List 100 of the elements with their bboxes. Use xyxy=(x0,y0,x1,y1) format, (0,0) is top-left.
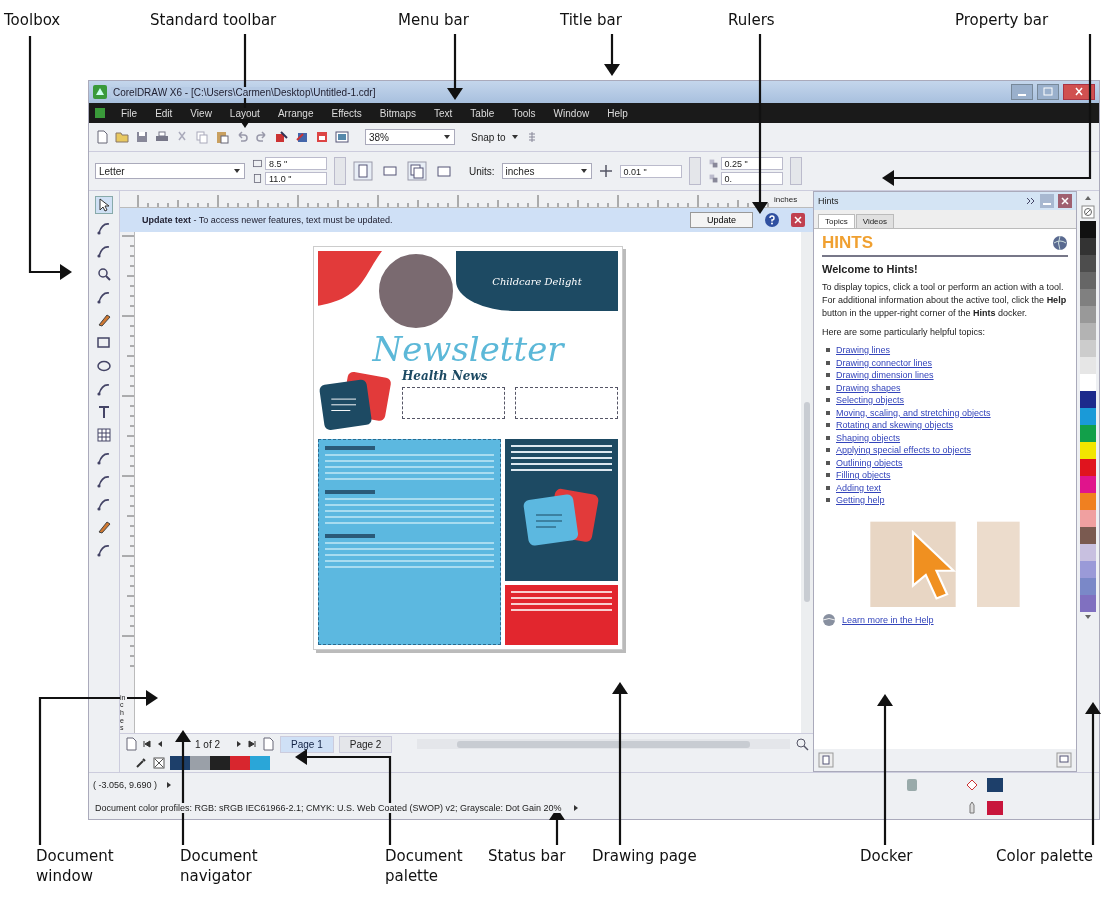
curve-icon[interactable] xyxy=(96,289,112,305)
topic-link[interactable]: Drawing connector lines xyxy=(836,357,933,368)
horizontal-scrollbar[interactable] xyxy=(417,739,790,749)
first-page-icon[interactable] xyxy=(143,740,151,748)
all-pages-icon[interactable] xyxy=(407,161,427,181)
topic-link[interactable]: Applying special effects to objects xyxy=(836,445,971,455)
close-icon[interactable] xyxy=(791,213,805,227)
duplicate-distance-field[interactable]: 0.25 " xyxy=(720,157,783,170)
previous-page-icon[interactable] xyxy=(156,740,164,748)
color-swatch[interactable] xyxy=(1080,459,1096,476)
minimize-button[interactable] xyxy=(1011,84,1033,100)
color-swatch[interactable] xyxy=(1080,544,1096,561)
topic-link[interactable]: Moving, scaling, and stretching objects xyxy=(836,407,991,418)
page-tab[interactable]: Page 2 xyxy=(338,735,393,753)
update-button[interactable]: Update xyxy=(689,212,753,228)
no-color-icon[interactable] xyxy=(1081,205,1095,219)
color-swatch[interactable] xyxy=(1080,221,1096,238)
save-icon[interactable] xyxy=(135,130,149,144)
table-icon[interactable] xyxy=(96,427,112,443)
collapse-icon[interactable] xyxy=(1026,196,1036,206)
menu-item[interactable]: Arrange xyxy=(275,107,316,119)
new-document-icon[interactable] xyxy=(95,130,109,144)
help-link[interactable]: Learn more in the Help xyxy=(842,615,934,625)
color-swatch[interactable] xyxy=(1080,340,1096,357)
help-icon[interactable] xyxy=(765,213,779,227)
redo-icon[interactable] xyxy=(255,130,269,144)
color-swatch[interactable] xyxy=(210,756,230,770)
rectangle-icon[interactable] xyxy=(96,335,112,351)
topic-link[interactable]: Rotating and skewing objects xyxy=(836,420,954,430)
dropdown-arrow-icon[interactable] xyxy=(511,133,520,141)
close-icon[interactable] xyxy=(1058,194,1072,208)
folder-icon[interactable] xyxy=(115,130,129,144)
nudge-distance-field[interactable]: 0.01 " xyxy=(619,164,682,178)
topic-link[interactable]: Drawing lines xyxy=(836,345,891,355)
menu-item[interactable]: Table xyxy=(468,107,497,119)
copy-icon[interactable] xyxy=(195,130,209,144)
page-width-field[interactable]: 8.5 " xyxy=(265,157,327,170)
color-swatch[interactable] xyxy=(1080,425,1096,442)
color-swatch[interactable] xyxy=(250,756,270,770)
snap-to-dropdown[interactable]: Snap to xyxy=(471,131,520,143)
spin-button[interactable] xyxy=(688,157,701,185)
page-size-dropdown[interactable]: Letter xyxy=(95,163,245,179)
units-dropdown[interactable]: inches xyxy=(501,163,592,179)
dropdown-arrow-icon[interactable] xyxy=(443,133,451,141)
ellipse-icon[interactable] xyxy=(96,358,112,374)
menu-item[interactable]: Tools xyxy=(510,107,538,119)
color-swatch[interactable] xyxy=(1080,527,1096,544)
vertical-scrollbar[interactable] xyxy=(801,232,813,733)
color-swatch[interactable] xyxy=(1080,323,1096,340)
menu-item[interactable]: Text xyxy=(432,107,455,119)
docker-tab[interactable]: Videos xyxy=(855,214,894,228)
paste-icon[interactable] xyxy=(215,130,229,144)
color-swatch[interactable] xyxy=(1080,272,1096,289)
topic-link[interactable]: Outlining objects xyxy=(836,457,903,468)
docker-tab[interactable]: Topics xyxy=(818,214,855,228)
duplicate-distance-field[interactable]: 0. xyxy=(720,172,783,185)
text-icon[interactable] xyxy=(96,404,112,420)
portrait-page-icon[interactable] xyxy=(353,161,373,181)
menu-item[interactable]: File xyxy=(119,107,140,119)
color-swatch[interactable] xyxy=(1080,493,1096,510)
topic-link[interactable]: Shaping objects xyxy=(836,432,901,443)
menu-item[interactable]: Help xyxy=(605,107,630,119)
color-swatch[interactable] xyxy=(1080,306,1096,323)
color-swatch[interactable] xyxy=(1080,391,1096,408)
brush-icon[interactable] xyxy=(96,312,112,328)
spin-button[interactable] xyxy=(789,157,802,185)
page-height-field[interactable]: 11.0 " xyxy=(265,172,327,185)
pointer-icon[interactable] xyxy=(96,197,112,213)
color-swatch[interactable] xyxy=(1080,476,1096,493)
zoom-icon[interactable] xyxy=(96,266,112,282)
page-icon[interactable] xyxy=(818,752,834,768)
maximize-button[interactable] xyxy=(1037,84,1059,100)
color-swatch[interactable] xyxy=(1080,578,1096,595)
color-swatch[interactable] xyxy=(1080,289,1096,306)
print-icon[interactable] xyxy=(155,130,169,144)
color-swatch[interactable] xyxy=(1080,561,1096,578)
color-swatch[interactable] xyxy=(1080,408,1096,425)
color-swatch[interactable] xyxy=(230,756,250,770)
globe-icon[interactable] xyxy=(1052,235,1068,251)
expand-arrow-icon[interactable] xyxy=(571,803,580,812)
topic-link[interactable]: Filling objects xyxy=(836,470,891,480)
color-swatch[interactable] xyxy=(1080,442,1096,459)
menu-item[interactable]: Window xyxy=(551,107,592,119)
zoom-level-dropdown[interactable]: 38% xyxy=(365,129,455,145)
color-swatch[interactable] xyxy=(1080,238,1096,255)
menu-item[interactable]: View xyxy=(188,107,214,119)
menu-item[interactable]: Effects xyxy=(329,107,364,119)
page-tab[interactable]: Page 1 xyxy=(280,735,334,753)
color-swatch[interactable] xyxy=(1080,510,1096,527)
color-swatch[interactable] xyxy=(1080,595,1096,612)
color-swatch[interactable] xyxy=(1080,357,1096,374)
topic-link[interactable]: Drawing dimension lines xyxy=(836,370,934,380)
dropdown-arrow-icon[interactable] xyxy=(579,167,588,175)
close-button[interactable] xyxy=(1063,84,1095,100)
dropdown-arrow-icon[interactable] xyxy=(233,167,241,175)
color-swatch[interactable] xyxy=(1080,374,1096,391)
menu-item[interactable]: Edit xyxy=(153,107,175,119)
color-swatch[interactable] xyxy=(170,756,190,770)
menu-item[interactable]: Bitmaps xyxy=(377,107,418,119)
color-swatch[interactable] xyxy=(190,756,210,770)
